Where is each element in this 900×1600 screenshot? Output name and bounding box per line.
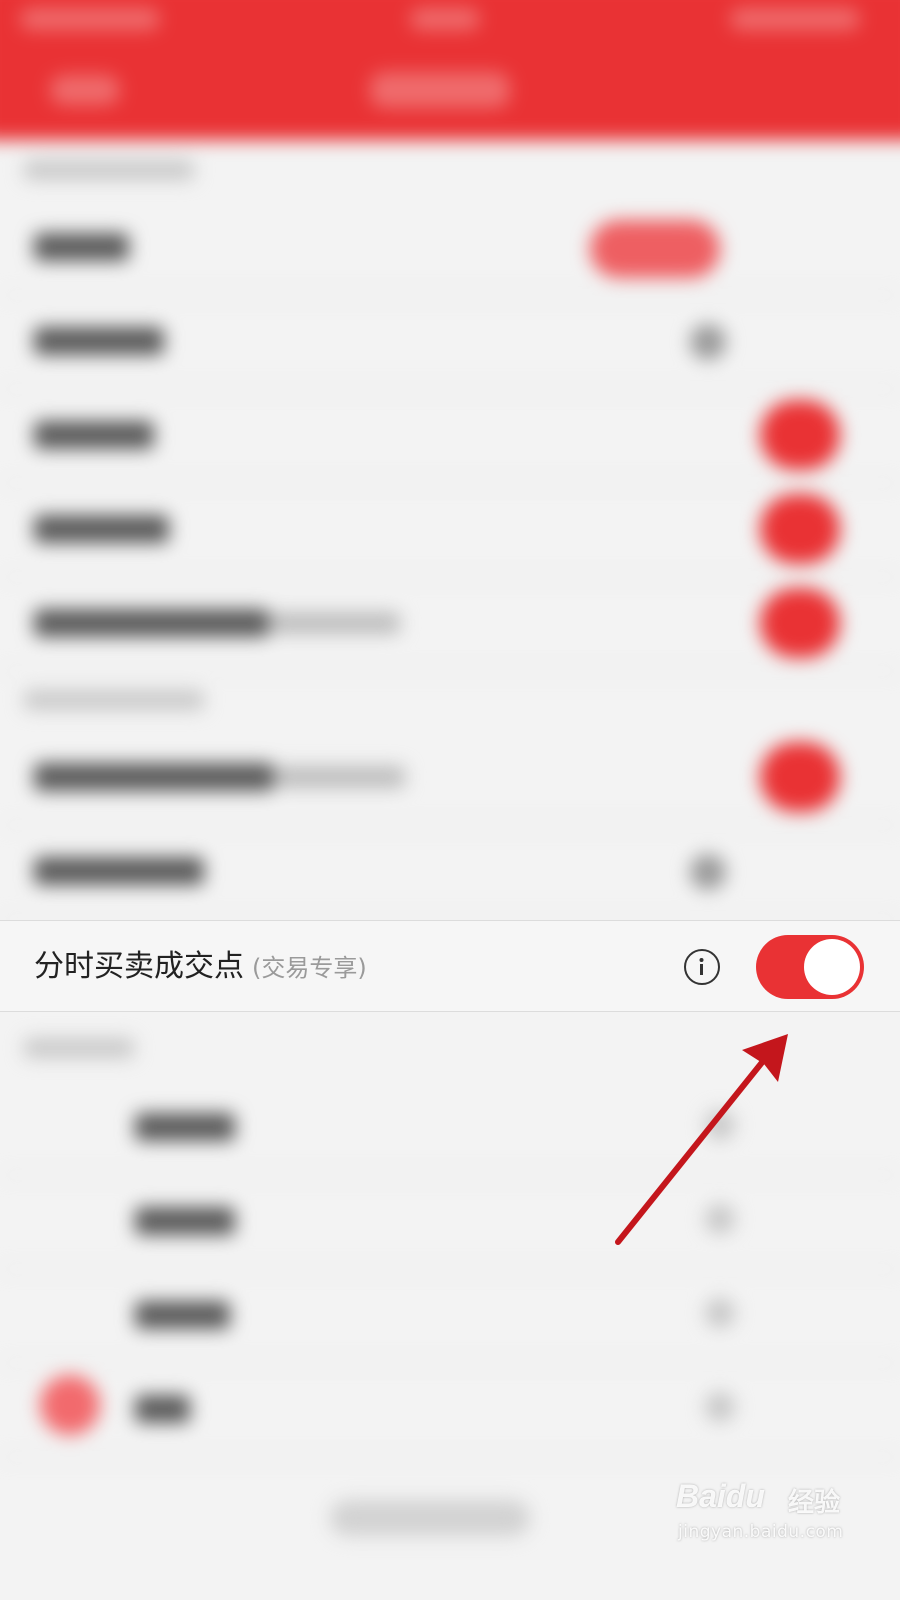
status-bar-left (20, 8, 160, 30)
section-header (24, 160, 194, 180)
setting-row[interactable] (0, 388, 900, 484)
app-screen: 分时买卖成交点 (交易专享) Baidu 经验 jingyan.baidu.com (0, 0, 900, 1600)
setting-row[interactable] (0, 730, 900, 826)
list-item[interactable] (0, 1268, 900, 1364)
setting-row[interactable] (0, 482, 900, 578)
setting-row[interactable] (0, 824, 900, 920)
red-dot-icon (40, 1375, 100, 1435)
setting-label: 分时买卖成交点 (交易专享) (34, 949, 367, 986)
baidu-watermark: Baidu 经验 jingyan.baidu.com (676, 1478, 876, 1558)
setting-row[interactable] (0, 200, 900, 296)
section-header (24, 1038, 134, 1058)
setting-row-intraday-trade-points: 分时买卖成交点 (交易专享) (0, 920, 900, 1012)
bottom-button[interactable] (330, 1500, 530, 1536)
watermark-brand: Baidu (676, 1478, 765, 1514)
toggle-switch[interactable] (756, 935, 864, 999)
setting-label-text: 分时买卖成交点 (34, 949, 244, 984)
annotation-arrow-icon (615, 1034, 788, 1245)
setting-sublabel: (交易专享) (252, 954, 367, 982)
watermark-url: jingyan.baidu.com (678, 1522, 844, 1542)
watermark-brand-cn: 经验 (788, 1488, 841, 1518)
toggle-knob (804, 939, 860, 995)
section-header (24, 690, 204, 710)
back-button[interactable] (50, 75, 120, 105)
action-button[interactable] (590, 220, 720, 278)
header-title (370, 72, 510, 108)
setting-row[interactable] (0, 576, 900, 672)
info-circle-icon[interactable] (684, 949, 720, 985)
list-item[interactable] (0, 1362, 900, 1458)
status-bar-right (730, 8, 860, 30)
status-bar-center (410, 8, 480, 30)
blurred-background (0, 0, 900, 1600)
setting-row[interactable] (0, 294, 900, 390)
